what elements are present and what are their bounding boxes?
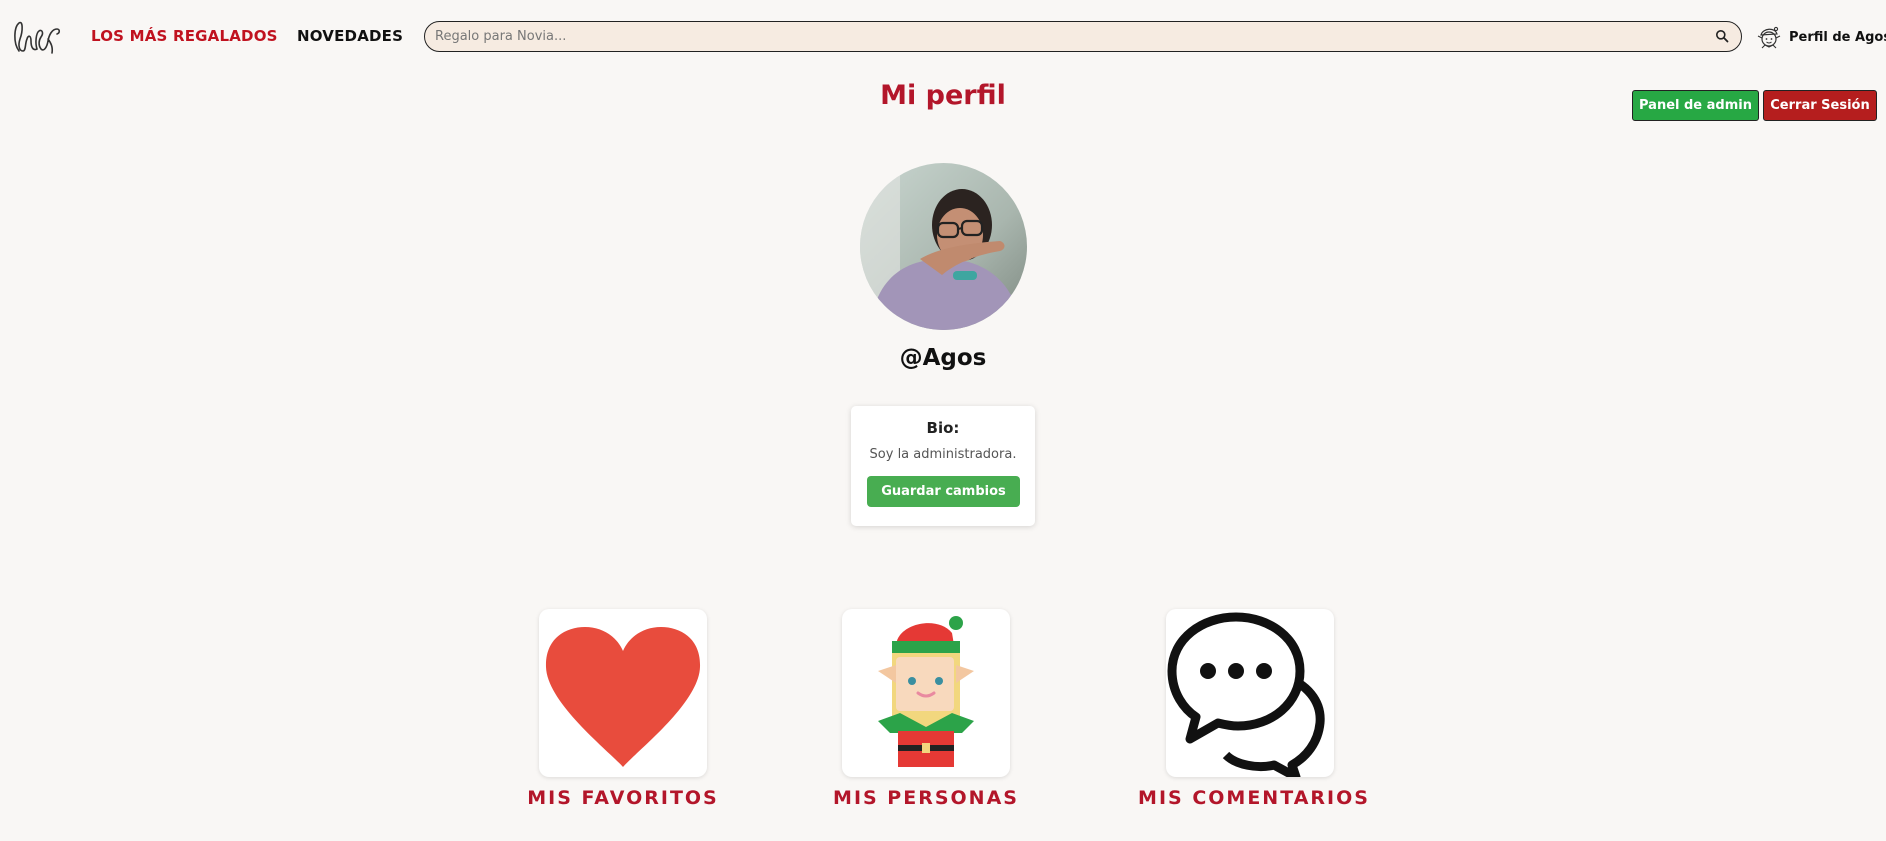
bio-text[interactable]: Soy la administradora. bbox=[851, 447, 1035, 462]
favorites-label[interactable]: MIS FAVORITOS bbox=[473, 787, 773, 809]
profile-link[interactable]: Perfil de Agos bbox=[1756, 22, 1886, 52]
people-label[interactable]: MIS PERSONAS bbox=[776, 787, 1076, 809]
profile-name: Perfil de Agos bbox=[1789, 29, 1886, 45]
comments-label[interactable]: MIS COMENTARIOS bbox=[1104, 787, 1404, 809]
people-card[interactable] bbox=[842, 609, 1010, 777]
save-changes-button[interactable]: Guardar cambios bbox=[867, 476, 1020, 507]
profile-photo bbox=[860, 163, 1027, 330]
elf-avatar-icon bbox=[1757, 26, 1781, 49]
search-input[interactable] bbox=[435, 26, 1695, 47]
elf-icon bbox=[878, 616, 974, 767]
nav-top-gifts-link[interactable]: LOS MÁS REGALADOS bbox=[91, 27, 278, 45]
site-logo[interactable] bbox=[11, 17, 63, 57]
search-icon[interactable] bbox=[1715, 29, 1729, 43]
page-title: Mi perfil bbox=[880, 80, 1006, 111]
heart-icon bbox=[545, 627, 701, 767]
logout-button[interactable]: Cerrar Sesión bbox=[1763, 90, 1877, 121]
comments-card[interactable] bbox=[1166, 609, 1334, 777]
favorites-card[interactable] bbox=[539, 609, 707, 777]
bio-card: Bio: Soy la administradora. Guardar camb… bbox=[851, 406, 1035, 526]
search-bar bbox=[424, 21, 1742, 52]
admin-panel-button[interactable]: Panel de admin bbox=[1632, 90, 1759, 121]
logo-icon bbox=[14, 21, 61, 54]
bio-label: Bio: bbox=[926, 419, 960, 437]
profile-avatar[interactable] bbox=[860, 163, 1027, 330]
username: @Agos bbox=[899, 345, 987, 371]
nav-news-link[interactable]: NOVEDADES bbox=[297, 27, 403, 45]
top-navbar: LOS MÁS REGALADOS NOVEDADES Perfil de Ag… bbox=[0, 0, 1886, 72]
chat-bubbles-icon bbox=[1167, 612, 1325, 777]
